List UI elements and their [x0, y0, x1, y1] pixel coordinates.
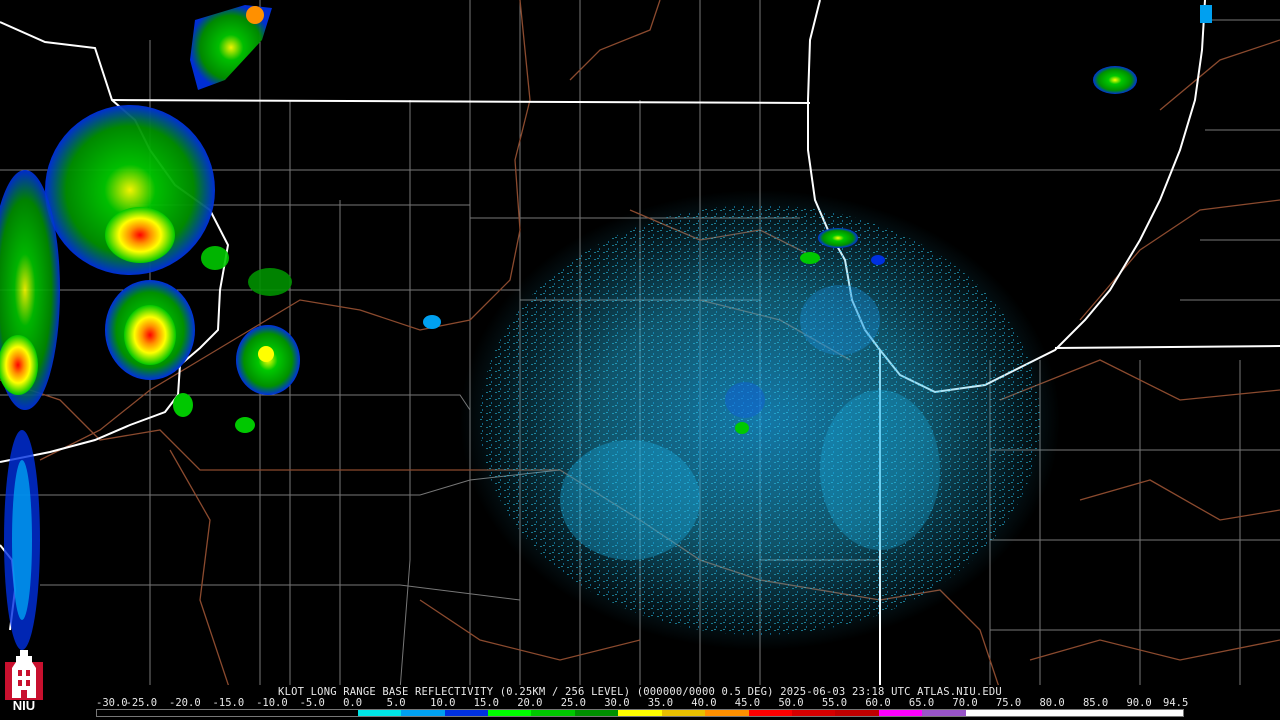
- colorbar-segment: [401, 710, 445, 716]
- scale-label: 55.0: [821, 697, 848, 709]
- niu-tower-icon: [5, 650, 43, 700]
- colorbar-segment: [357, 710, 402, 716]
- colorbar-segment: [1096, 710, 1140, 716]
- scale-label: 80.0: [1039, 697, 1065, 709]
- scale-label: 50.0: [778, 697, 804, 709]
- colorbar-segment: [574, 710, 619, 716]
- scale-label: 40.0: [691, 697, 717, 709]
- scale-label: 20.0: [517, 697, 543, 709]
- niu-logo-text: NIU: [12, 698, 36, 713]
- scale-label: -10.0: [256, 697, 288, 709]
- scale-label: 5.0: [386, 697, 406, 709]
- radar-returns-clutter: [460, 190, 1060, 650]
- scale-label: 25.0: [560, 697, 587, 709]
- scale-label: -20.0: [169, 697, 201, 709]
- scale-label: 85.0: [1082, 697, 1109, 709]
- scale-label: -5.0: [299, 697, 325, 709]
- colorbar-segment: [705, 710, 749, 716]
- scale-label: 35.0: [647, 697, 674, 709]
- scale-label: 90.0: [1126, 697, 1152, 709]
- colorbar-segment: [444, 710, 488, 716]
- colorbar-segment: [487, 710, 532, 716]
- colorbar-segment: [965, 710, 1010, 716]
- colorbar-segment: [227, 710, 271, 716]
- scale-label: -25.0: [125, 697, 158, 709]
- scale-label: -30.0: [96, 697, 128, 709]
- scale-label: 60.0: [865, 697, 891, 709]
- scale-label: 10.0: [430, 697, 456, 709]
- colorbar-segment: [618, 710, 662, 716]
- reflectivity-colorbar: [96, 709, 1184, 717]
- colorbar-segment: [835, 710, 879, 716]
- colorbar-segment: [748, 710, 792, 716]
- scale-label: 65.0: [908, 697, 935, 709]
- scale-labels: -30.0 -25.0 -20.0 -15.0 -10.0 -5.0 0.0 5.0 10.0 1…: [95, 698, 1195, 709]
- scale-label: 15.0: [473, 697, 499, 709]
- colorbar-segment: [878, 710, 923, 716]
- colorbar-segment: [140, 710, 184, 716]
- scale-label: 30.0: [604, 697, 630, 709]
- scale-label: 0.0: [343, 697, 363, 709]
- colorbar-segment: [531, 710, 575, 716]
- colorbar-segment: [183, 710, 228, 716]
- colorbar-segment: [97, 710, 141, 716]
- radar-map: [0, 0, 1280, 685]
- scale-label: 70.0: [952, 697, 978, 709]
- colorbar-segment: [661, 710, 706, 716]
- colorbar-segment: [314, 710, 358, 716]
- scale-label: 94.5: [1163, 697, 1189, 709]
- colorbar-segment: [270, 710, 315, 716]
- colorbar-segment: [1052, 710, 1097, 716]
- colorbar-segment: [792, 710, 836, 716]
- colorbar-segment: [922, 710, 966, 716]
- colorbar-segment: [1009, 710, 1053, 716]
- colorbar-segment: [1139, 710, 1183, 716]
- scale-label: 75.0: [995, 697, 1022, 709]
- scale-label: -15.0: [212, 697, 245, 709]
- niu-logo: NIU: [3, 648, 45, 716]
- scale-label: 45.0: [734, 697, 761, 709]
